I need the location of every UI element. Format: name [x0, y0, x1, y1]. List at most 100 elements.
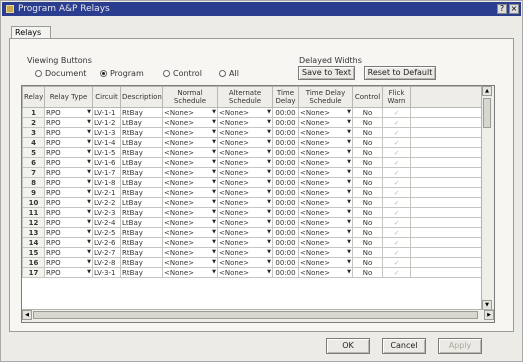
normal-schedule-dropdown[interactable]: <None> — [162, 137, 218, 148]
time-delay-schedule-dropdown[interactable]: <None> — [298, 197, 353, 208]
time-delay-cell[interactable]: 00:00 — [272, 257, 299, 268]
close-icon[interactable]: × — [509, 4, 519, 14]
radio-document[interactable] — [35, 70, 42, 77]
flick-warn-checkbox[interactable]: ✓ — [382, 227, 411, 238]
time-delay-schedule-dropdown[interactable]: <None> — [298, 177, 353, 188]
header-flick-warn[interactable]: Flick Warn — [382, 86, 411, 108]
control-cell[interactable]: No — [352, 197, 383, 208]
time-delay-schedule-dropdown[interactable]: <None> — [298, 147, 353, 158]
table-row[interactable]: 15RPOLV-2-7RtBay<None><None>00:00<None>N… — [22, 247, 483, 258]
relay-type-dropdown[interactable]: RPO — [44, 167, 93, 178]
radio-program[interactable] — [100, 70, 107, 77]
time-delay-cell[interactable]: 00:00 — [272, 237, 299, 248]
table-row[interactable]: 6RPOLV-1-6LtBay<None><None>00:00<None>No… — [22, 157, 483, 168]
relay-type-dropdown[interactable]: RPO — [44, 157, 93, 168]
normal-schedule-dropdown[interactable]: <None> — [162, 267, 218, 278]
alternate-schedule-dropdown[interactable]: <None> — [217, 187, 273, 198]
relay-type-dropdown[interactable]: RPO — [44, 177, 93, 188]
control-cell[interactable]: No — [352, 247, 383, 258]
time-delay-cell[interactable]: 00:00 — [272, 107, 299, 118]
flick-warn-checkbox[interactable]: ✓ — [382, 217, 411, 228]
relay-type-dropdown[interactable]: RPO — [44, 137, 93, 148]
relay-type-dropdown[interactable]: RPO — [44, 187, 93, 198]
header-time-delay[interactable]: Time Delay — [272, 86, 299, 108]
time-delay-schedule-dropdown[interactable]: <None> — [298, 227, 353, 238]
header-normal-schedule[interactable]: Normal Schedule — [162, 86, 218, 108]
description-cell[interactable]: LtBay — [120, 217, 163, 228]
relay-type-dropdown[interactable]: RPO — [44, 197, 93, 208]
table-row[interactable]: 11RPOLV-2-3RtBay<None><None>00:00<None>N… — [22, 207, 483, 218]
flick-warn-checkbox[interactable]: ✓ — [382, 187, 411, 198]
description-cell[interactable]: RtBay — [120, 207, 163, 218]
description-cell[interactable]: LtBay — [120, 157, 163, 168]
normal-schedule-dropdown[interactable]: <None> — [162, 207, 218, 218]
relay-type-dropdown[interactable]: RPO — [44, 227, 93, 238]
normal-schedule-dropdown[interactable]: <None> — [162, 257, 218, 268]
control-cell[interactable]: No — [352, 117, 383, 128]
time-delay-cell[interactable]: 00:00 — [272, 267, 299, 278]
normal-schedule-dropdown[interactable]: <None> — [162, 147, 218, 158]
normal-schedule-dropdown[interactable]: <None> — [162, 107, 218, 118]
relay-type-dropdown[interactable]: RPO — [44, 247, 93, 258]
flick-warn-checkbox[interactable]: ✓ — [382, 137, 411, 148]
time-delay-cell[interactable]: 00:00 — [272, 147, 299, 158]
alternate-schedule-dropdown[interactable]: <None> — [217, 147, 273, 158]
time-delay-schedule-dropdown[interactable]: <None> — [298, 267, 353, 278]
control-cell[interactable]: No — [352, 207, 383, 218]
normal-schedule-dropdown[interactable]: <None> — [162, 197, 218, 208]
header-description[interactable]: Description — [120, 86, 163, 108]
flick-warn-checkbox[interactable]: ✓ — [382, 257, 411, 268]
alternate-schedule-dropdown[interactable]: <None> — [217, 217, 273, 228]
horizontal-scroll-thumb[interactable] — [33, 311, 478, 319]
table-row[interactable]: 2RPOLV-1-2LtBay<None><None>00:00<None>No… — [22, 117, 483, 128]
flick-warn-checkbox[interactable]: ✓ — [382, 197, 411, 208]
flick-warn-checkbox[interactable]: ✓ — [382, 247, 411, 258]
table-row[interactable]: 3RPOLV-1-3RtBay<None><None>00:00<None>No… — [22, 127, 483, 138]
description-cell[interactable]: RtBay — [120, 187, 163, 198]
control-cell[interactable]: No — [352, 227, 383, 238]
time-delay-schedule-dropdown[interactable]: <None> — [298, 237, 353, 248]
alternate-schedule-dropdown[interactable]: <None> — [217, 167, 273, 178]
alternate-schedule-dropdown[interactable]: <None> — [217, 237, 273, 248]
relay-type-dropdown[interactable]: RPO — [44, 267, 93, 278]
table-row[interactable]: 1RPOLV-1-1RtBay<None><None>00:00<None>No… — [22, 107, 483, 118]
table-row[interactable]: 12RPOLV-2-4LtBay<None><None>00:00<None>N… — [22, 217, 483, 228]
control-cell[interactable]: No — [352, 147, 383, 158]
description-cell[interactable]: RtBay — [120, 167, 163, 178]
header-relay[interactable]: Relay — [22, 86, 45, 108]
radio-control[interactable] — [163, 70, 170, 77]
save-to-text-button[interactable]: Save to Text — [298, 66, 355, 80]
time-delay-cell[interactable]: 00:00 — [272, 117, 299, 128]
time-delay-schedule-dropdown[interactable]: <None> — [298, 207, 353, 218]
normal-schedule-dropdown[interactable]: <None> — [162, 227, 218, 238]
normal-schedule-dropdown[interactable]: <None> — [162, 237, 218, 248]
time-delay-schedule-dropdown[interactable]: <None> — [298, 167, 353, 178]
table-row[interactable]: 4RPOLV-1-4LtBay<None><None>00:00<None>No… — [22, 137, 483, 148]
description-cell[interactable]: RtBay — [120, 257, 163, 268]
ok-button[interactable]: OK — [326, 338, 370, 354]
time-delay-cell[interactable]: 00:00 — [272, 207, 299, 218]
table-row[interactable]: 14RPOLV-2-6RtBay<None><None>00:00<None>N… — [22, 237, 483, 248]
table-row[interactable]: 16RPOLV-2-8RtBay<None><None>00:00<None>N… — [22, 257, 483, 268]
flick-warn-checkbox[interactable]: ✓ — [382, 117, 411, 128]
time-delay-schedule-dropdown[interactable]: <None> — [298, 117, 353, 128]
alternate-schedule-dropdown[interactable]: <None> — [217, 227, 273, 238]
time-delay-cell[interactable]: 00:00 — [272, 247, 299, 258]
alternate-schedule-dropdown[interactable]: <None> — [217, 257, 273, 268]
flick-warn-checkbox[interactable]: ✓ — [382, 157, 411, 168]
time-delay-schedule-dropdown[interactable]: <None> — [298, 157, 353, 168]
description-cell[interactable]: RtBay — [120, 147, 163, 158]
scroll-left-icon[interactable]: ◀ — [22, 310, 32, 320]
relay-type-dropdown[interactable]: RPO — [44, 207, 93, 218]
time-delay-cell[interactable]: 00:00 — [272, 217, 299, 228]
relay-type-dropdown[interactable]: RPO — [44, 147, 93, 158]
table-row[interactable]: 7RPOLV-1-7RtBay<None><None>00:00<None>No… — [22, 167, 483, 178]
description-cell[interactable]: LtBay — [120, 197, 163, 208]
scroll-up-icon[interactable]: ▲ — [482, 86, 492, 96]
time-delay-schedule-dropdown[interactable]: <None> — [298, 247, 353, 258]
time-delay-cell[interactable]: 00:00 — [272, 137, 299, 148]
apply-button[interactable]: Apply — [438, 338, 482, 354]
control-cell[interactable]: No — [352, 157, 383, 168]
alternate-schedule-dropdown[interactable]: <None> — [217, 117, 273, 128]
description-cell[interactable]: RtBay — [120, 227, 163, 238]
